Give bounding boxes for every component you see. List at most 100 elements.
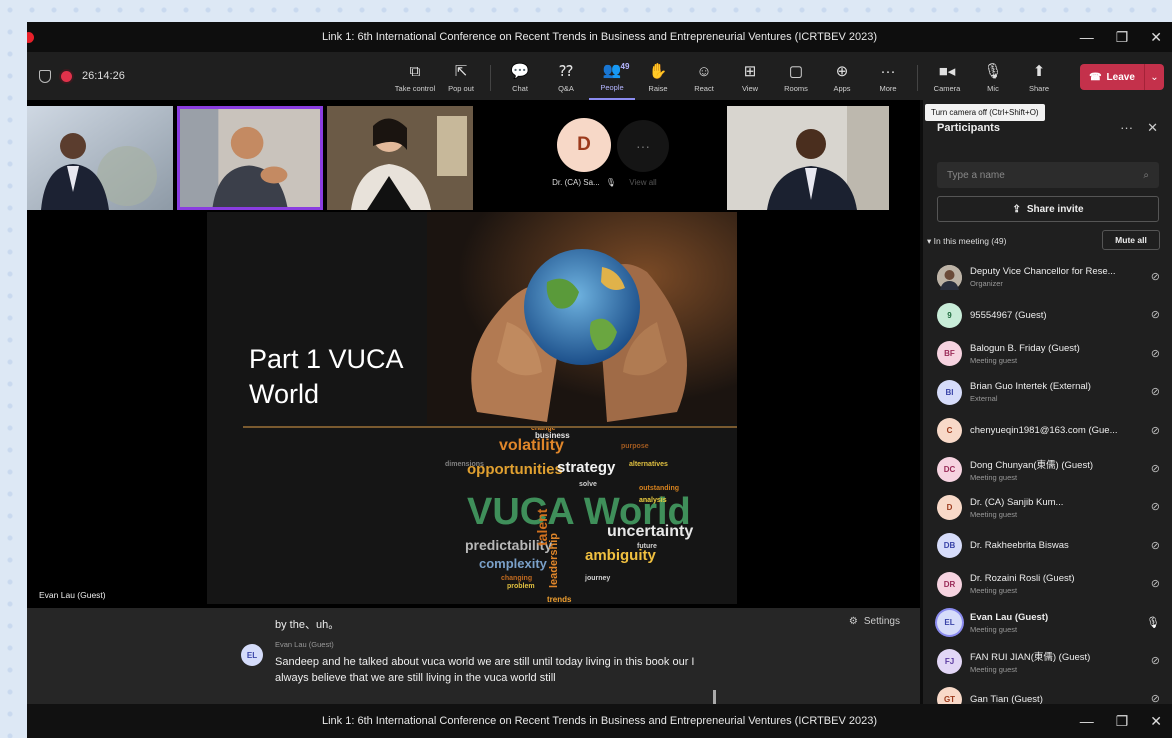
window-title: Link 1: 6th International Conference on … [321,31,877,43]
mic-on-icon: 🎙 [1146,616,1160,629]
video-tile-participant-4[interactable] [727,106,889,210]
raise-hand-icon: ✋ [648,63,668,80]
toolbar-button-label: Q&A [558,83,574,93]
pop-out-icon: ⇱ [454,63,468,80]
avatar: EL [937,610,962,636]
mic-muted-icon: ⊘ [1150,578,1160,591]
word-cloud-word: analysis [639,497,667,504]
participant-row[interactable]: 9 95554967 (Guest) ⊘ [923,296,1172,334]
caption-scrollbar[interactable] [713,690,716,704]
more-icon: ··· [880,63,896,80]
participant-row[interactable]: EL Evan Lau (Guest) Meeting guest 🎙 [923,604,1172,642]
meeting-timer: 26:14:26 [82,70,125,82]
raise-button[interactable]: ✋ Raise [635,56,681,100]
participant-row[interactable]: DC Dong Chunyan(東儒) (Guest) Meeting guest ⊘ [923,450,1172,488]
chat-icon: 💬 [510,63,530,80]
gear-icon: ⚙ [848,616,858,627]
participant-name: chenyueqin1981@163.com (Gue... [970,425,1118,437]
word-cloud-word: outstanding [639,485,679,492]
participant-search-input[interactable]: Type a name ⌕ [937,162,1159,188]
video-tile-participant-1[interactable] [27,106,173,210]
restore-button[interactable]: ❐ [1116,29,1129,46]
toolbar-button-label: Mic [987,83,999,93]
minimize-button[interactable]: — [1080,29,1094,45]
pop-out-button[interactable]: ⇱ Pop out [438,56,484,100]
participant-row[interactable]: D Dr. (CA) Sanjib Kum... Meeting guest ⊘ [923,488,1172,526]
camera-icon: ■◂ [938,63,956,80]
react-icon: ☺ [696,63,712,80]
share-invite-button[interactable]: ⇪ Share invite [937,196,1159,222]
shield-icon [39,69,51,83]
caption-settings-label: Settings [863,616,900,627]
toolbar-button-label: View [741,83,759,93]
search-icon: ⌕ [1143,169,1149,181]
participant-name: Deputy Vice Chancellor for Rese... [970,266,1116,278]
take-control-button[interactable]: ⧉ Take control [392,56,438,100]
participant-list: Deputy Vice Chancellor for Rese... Organi… [923,258,1172,719]
window-controls: — ❐ ✕ [1080,706,1168,736]
video-tile-active-speaker[interactable] [177,106,323,210]
share-icon: ⬆ [1032,63,1046,80]
toolbar-button-label: Share [1028,83,1049,93]
title-bar: Link 1: 6th International Conference on … [27,22,1172,52]
more-button[interactable]: ··· More [865,56,911,100]
toolbar-button-label: Raise [648,83,668,93]
toolbar-button-label: Apps [833,83,851,93]
participant-name: FAN RUI JIAN(東儒) (Guest) [970,651,1091,663]
toolbar-button-label: People [600,82,624,92]
rooms-icon: ▢ [788,63,804,80]
leave-options-chevron-icon[interactable]: ⌄ [1144,64,1164,90]
participant-name: Dr. Rakheebrita Biswas [970,540,1069,552]
q-a-button[interactable]: ⁇ Q&A [543,56,589,100]
avatar: BI [937,379,962,405]
more-options-icon[interactable]: ··· [1120,120,1133,136]
word-cloud-word: journey [584,575,610,582]
minimize-button[interactable]: — [1080,713,1094,729]
video-tile-participant-3[interactable] [327,106,473,210]
mute-all-button[interactable]: Mute all [1102,230,1160,250]
apps-button[interactable]: ⊕ Apps [819,56,865,100]
participant-role: Meeting guest [970,664,1018,674]
participant-name: Dong Chunyan(東儒) (Guest) [970,459,1094,471]
camera-tooltip: Turn camera off (Ctrl+Shift+O) [925,104,1045,121]
caption-settings-button[interactable]: ⚙ Settings [849,616,900,627]
in-meeting-section-toggle[interactable]: ▾ In this meeting (49) [927,236,1006,247]
camera-button[interactable]: ■◂ Camera [924,56,970,100]
mic-off-icon: 🎙 [983,63,1003,80]
close-button[interactable]: ✕ [1150,29,1162,46]
close-button[interactable]: ✕ [1150,713,1162,730]
participant-role: External [970,394,998,404]
participant-row[interactable]: BI Brian Guo Intertek (External) External ⊘ [923,373,1172,411]
view-all-label: View all [629,178,657,187]
participant-role: Meeting guest [970,355,1018,365]
people-button[interactable]: 👥 49 People [589,56,635,100]
participant-row[interactable]: Cchenyueqin1981@163.com (Gue... ⊘ [923,412,1172,450]
view-button[interactable]: ⊞ View [727,56,773,100]
chat-button[interactable]: 💬 Chat [497,56,543,100]
participant-row[interactable]: DB Dr. Rakheebrita Biswas ⊘ [923,527,1172,565]
toolbar-buttons: ⧉ Take control ⇱ Pop out 💬 Chat ⁇ Q&A 👥 49 People ✋… [392,52,1062,100]
word-cloud-word: business [535,431,570,440]
mic-muted-icon: ⊘ [1150,309,1160,322]
share-button[interactable]: ⬆ Share [1016,56,1062,100]
close-icon[interactable]: ✕ [1147,120,1158,136]
apps-icon: ⊕ [835,63,849,80]
toolbar-button-label: React [694,83,714,93]
restore-button[interactable]: ❐ [1116,713,1129,730]
view-all-button[interactable]: ··· View all [613,106,673,210]
view-icon: ⊞ [743,63,757,80]
leave-button[interactable]: ☎ Leave ⌄ [1080,64,1164,90]
window-controls: — ❐ ✕ [1080,22,1168,52]
avatar: EL [241,644,263,666]
participant-row[interactable]: DR Dr. Rozaini Rosli (Guest) Meeting guest… [923,565,1172,603]
react-button[interactable]: ☺ React [681,56,727,100]
participant-role: Meeting guest [970,472,1018,482]
rooms-button[interactable]: ▢ Rooms [773,56,819,100]
participant-video [27,106,173,210]
mic-button[interactable]: 🎙 Mic [970,56,1016,100]
participant-name: 95554967 (Guest) [970,310,1047,322]
participant-row[interactable]: BF Balogun B. Friday (Guest) Meeting guest… [923,335,1172,373]
participant-row[interactable]: Deputy Vice Chancellor for Rese... Organi… [923,258,1172,296]
participant-role: Organizer [970,279,1003,289]
participant-row[interactable]: FJ FAN RUI JIAN(東儒) (Guest) Meeting guest ⊘ [923,642,1172,680]
